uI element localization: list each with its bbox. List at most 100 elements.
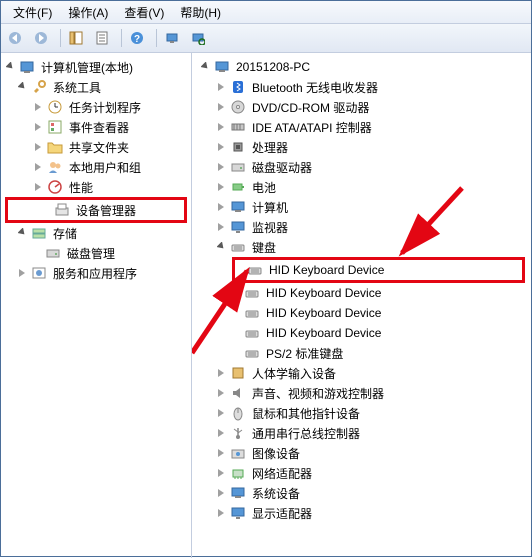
left-tree-pane[interactable]: 计算机管理(本地) 系统工具	[1, 53, 192, 558]
scan-hardware-button[interactable]	[188, 26, 212, 50]
expander-icon[interactable]	[216, 201, 228, 213]
tree-node-devmgr[interactable]: 设备管理器	[5, 197, 187, 223]
expander-icon[interactable]	[216, 181, 228, 193]
expander-icon[interactable]	[216, 407, 228, 419]
ide-icon	[230, 119, 246, 135]
tree-node-services[interactable]: 服务和应用程序	[1, 263, 191, 283]
tree-label: 声音、视频和游戏控制器	[250, 384, 386, 403]
help-button[interactable]: ?	[127, 26, 151, 50]
expander-icon[interactable]	[216, 241, 228, 253]
tree-node-tasksched[interactable]: 任务计划程序	[1, 97, 191, 117]
device-category-network[interactable]: 网络适配器	[192, 463, 531, 483]
toolbar-separator	[60, 29, 61, 47]
device-category-imaging[interactable]: 图像设备	[192, 443, 531, 463]
services-icon	[31, 265, 47, 281]
expander-icon[interactable]	[216, 467, 228, 479]
hidclass-icon	[230, 365, 246, 381]
expander-icon[interactable]	[200, 61, 212, 73]
expander-icon[interactable]	[216, 121, 228, 133]
disk-icon	[45, 245, 61, 261]
device-category-hidclass[interactable]: 人体学输入设备	[192, 363, 531, 383]
expander-icon[interactable]	[216, 161, 228, 173]
device-category-ide[interactable]: IDE ATA/ATAPI 控制器	[192, 117, 531, 137]
device-category-mouse[interactable]: 鼠标和其他指针设备	[192, 403, 531, 423]
expander-icon[interactable]	[216, 447, 228, 459]
expander-icon[interactable]	[216, 487, 228, 499]
expander-icon[interactable]	[33, 121, 45, 133]
back-button[interactable]	[5, 26, 29, 50]
device-category-diskdrives[interactable]: 磁盘驱动器	[192, 157, 531, 177]
device-category-usb[interactable]: 通用串行总线控制器	[192, 423, 531, 443]
tree-node-root[interactable]: 计算机管理(本地)	[1, 57, 191, 77]
expander-icon[interactable]	[17, 227, 29, 239]
expander-icon[interactable]	[216, 507, 228, 519]
expander-icon[interactable]	[17, 267, 29, 279]
menu-help[interactable]: 帮助(H)	[172, 2, 229, 23]
dvd-icon	[230, 99, 246, 115]
tree-node-users[interactable]: 本地用户和组	[1, 157, 191, 177]
tree-label: 监视器	[250, 218, 290, 237]
device-category-dvd[interactable]: DVD/CD-ROM 驱动器	[192, 97, 531, 117]
device-category-system[interactable]: 系统设备	[192, 483, 531, 503]
expander-icon[interactable]	[33, 101, 45, 113]
expander-icon[interactable]	[216, 387, 228, 399]
device-category-monitor[interactable]: 监视器	[192, 217, 531, 237]
device-category-battery[interactable]: 电池	[192, 177, 531, 197]
tree-node-performance[interactable]: 性能	[1, 177, 191, 197]
computer-management-icon	[19, 59, 35, 75]
expander-icon[interactable]	[216, 221, 228, 233]
tree-label: Bluetooth 无线电收发器	[250, 78, 380, 97]
show-hide-tree-button[interactable]	[66, 26, 90, 50]
expander-icon[interactable]	[17, 81, 29, 93]
event-icon	[47, 119, 63, 135]
tree-node-shared[interactable]: 共享文件夹	[1, 137, 191, 157]
tree-node-diskmgmt[interactable]: 磁盘管理	[1, 243, 191, 263]
tree-label: 设备管理器	[74, 201, 138, 220]
device-category-computer[interactable]: 计算机	[192, 197, 531, 217]
tree-label: 计算机	[250, 198, 290, 217]
device-item-hid4[interactable]: HID Keyboard Device	[192, 323, 531, 343]
sound-icon	[230, 385, 246, 401]
device-item-ps2[interactable]: PS/2 标准键盘	[192, 343, 531, 363]
keyboard-icon	[244, 325, 260, 341]
menu-action[interactable]: 操作(A)	[60, 2, 116, 23]
tree-node-eventviewer[interactable]: 事件查看器	[1, 117, 191, 137]
battery-icon	[230, 179, 246, 195]
expander-icon[interactable]	[33, 161, 45, 173]
right-tree-pane[interactable]: 20151208-PC Bluetooth 无线电收发器 DVD/CD-ROM …	[192, 53, 531, 558]
device-category-sound[interactable]: 声音、视频和游戏控制器	[192, 383, 531, 403]
menubar: 文件(F) 操作(A) 查看(V) 帮助(H)	[1, 1, 531, 24]
tree-node-systools[interactable]: 系统工具	[1, 77, 191, 97]
tree-label: 鼠标和其他指针设备	[250, 404, 362, 423]
device-item-hid3[interactable]: HID Keyboard Device	[192, 303, 531, 323]
expander-icon[interactable]	[33, 141, 45, 153]
menu-view[interactable]: 查看(V)	[116, 2, 172, 23]
properties-button[interactable]	[92, 26, 116, 50]
device-category-bluetooth[interactable]: Bluetooth 无线电收发器	[192, 77, 531, 97]
expander-icon[interactable]	[216, 367, 228, 379]
device-root[interactable]: 20151208-PC	[192, 57, 531, 77]
arrow-right-icon	[33, 30, 49, 46]
device-category-cpu[interactable]: 处理器	[192, 137, 531, 157]
svg-text:?: ?	[134, 34, 140, 45]
expander-icon[interactable]	[216, 427, 228, 439]
refresh-button[interactable]	[162, 26, 186, 50]
expander-icon[interactable]	[33, 181, 45, 193]
device-item-hid1[interactable]: HID Keyboard Device	[232, 257, 525, 283]
expander-icon[interactable]	[216, 101, 228, 113]
menu-file[interactable]: 文件(F)	[5, 2, 60, 23]
device-item-hid2[interactable]: HID Keyboard Device	[192, 283, 531, 303]
performance-icon	[47, 179, 63, 195]
device-category-display[interactable]: 显示适配器	[192, 503, 531, 523]
keyboards-icon	[230, 239, 246, 255]
expander-icon[interactable]	[216, 81, 228, 93]
device-category-keyboards[interactable]: 键盘	[192, 237, 531, 257]
expander-icon[interactable]	[216, 141, 228, 153]
expander-icon[interactable]	[5, 61, 17, 73]
forward-button[interactable]	[31, 26, 55, 50]
help-icon: ?	[129, 30, 145, 46]
tree-label: 键盘	[250, 238, 278, 257]
tree-node-storage[interactable]: 存储	[1, 223, 191, 243]
bluetooth-icon	[230, 79, 246, 95]
tree-label: 服务和应用程序	[51, 264, 139, 283]
